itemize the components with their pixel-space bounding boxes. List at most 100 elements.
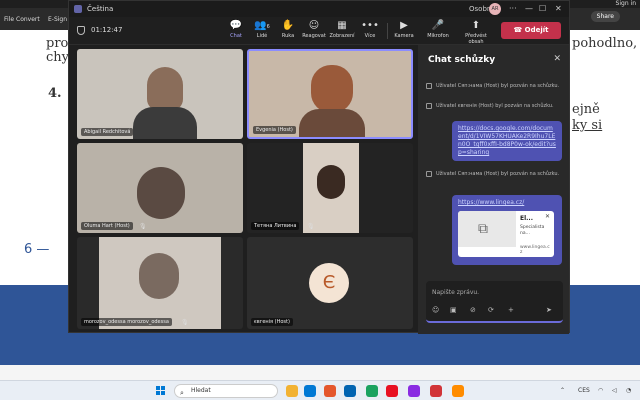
close-icon[interactable]: ✕: [545, 213, 550, 220]
link-card-domain: www.lingea.cz: [520, 245, 550, 255]
chat-message-bubble: https://docs.google.com/document/d/1VIW5…: [452, 121, 562, 161]
attach-icon[interactable]: ⊘: [470, 306, 476, 314]
mic-off-icon: 🎙: [307, 223, 315, 230]
speaker-icon[interactable]: ◁: [612, 387, 617, 394]
language-indicator[interactable]: CES: [578, 387, 590, 394]
toolbar-divider: [387, 23, 388, 39]
window-title-bar: Čeština Osobní AR ··· — ☐ ✕: [69, 1, 569, 17]
react-icon: ☺: [308, 20, 320, 31]
start-button[interactable]: [156, 386, 166, 396]
taskbar-app-icon[interactable]: [366, 385, 378, 397]
message-link[interactable]: https://docs.google.com/document/d/1VIW5…: [458, 125, 556, 156]
shield-icon: [77, 26, 85, 35]
camera-button[interactable]: ▶ Kamera: [391, 19, 417, 43]
loop-icon[interactable]: ⟳: [488, 306, 494, 314]
participant-initials-avatar: Є: [309, 263, 349, 303]
add-icon[interactable]: +: [508, 306, 514, 314]
notification-icon[interactable]: ◔: [626, 387, 631, 394]
link-card-title: El...: [520, 215, 533, 222]
microphone-label: Mikrofon: [427, 33, 449, 39]
taskbar-app-icon[interactable]: [344, 385, 356, 397]
emoji-icon[interactable]: ☺: [432, 306, 439, 314]
more-button[interactable]: ••• Více: [357, 19, 383, 43]
chat-button[interactable]: 💬 Chat: [223, 19, 249, 43]
chat-button-label: Chat: [230, 33, 242, 39]
link-preview-card[interactable]: ⧉ El... Specialista na... www.lingea.cz …: [458, 211, 554, 257]
doc-text-line: ky si: [572, 118, 603, 133]
message-link[interactable]: https://www.lingea.cz/: [458, 199, 524, 206]
microphone-button[interactable]: 🎤 Mikrofon: [425, 19, 451, 43]
more-icon: •••: [361, 20, 379, 31]
taskbar-app-icon[interactable]: [324, 385, 336, 397]
taskbar-search[interactable]: ⌕ Hledat: [174, 384, 278, 398]
more-label: Více: [364, 33, 376, 39]
participant-video: [137, 167, 185, 219]
react-button[interactable]: ☺ Reagovat: [301, 19, 327, 43]
video-tile[interactable]: Oluma Hart (Host) 🎙: [77, 143, 243, 233]
video-tile[interactable]: morozov_odessa morozov_odessa 🎙: [77, 237, 243, 329]
chat-icon: 💬: [229, 20, 243, 31]
wifi-icon[interactable]: ◠: [598, 387, 603, 394]
teams-logo-icon: [74, 5, 82, 13]
people-icon: 👥6: [254, 20, 270, 31]
mic-off-icon: 🎙: [181, 319, 189, 326]
video-tile[interactable]: Є євгенія (Host): [247, 237, 413, 329]
raise-hand-button[interactable]: ✋ Ruka: [275, 19, 301, 43]
sign-in-link[interactable]: Sign in: [616, 0, 636, 7]
video-tile[interactable]: Тетяна Литвина 🎙: [247, 143, 413, 233]
doc-text-line: ejně: [572, 102, 600, 117]
link-card-description: Specialista na...: [520, 225, 545, 236]
doc-bottom-area: [0, 365, 640, 380]
avatar[interactable]: AR: [489, 3, 501, 15]
doc-text-line: pro: [46, 36, 69, 51]
system-message: Uživatel Сяп:нама (Host) byl pozván na s…: [426, 83, 562, 90]
gif-icon[interactable]: ▣: [450, 306, 457, 314]
search-icon: ⌕: [180, 389, 184, 397]
minimize-icon[interactable]: —: [525, 4, 533, 13]
taskbar-app-icon[interactable]: [452, 385, 464, 397]
chat-title: Chat schůzky: [428, 55, 496, 65]
ribbon-file[interactable]: File: [4, 16, 14, 23]
participant-video: [311, 65, 353, 113]
link-icon: ⧉: [478, 221, 488, 237]
taskbar-app-icon[interactable]: [386, 385, 398, 397]
share-screen-icon: ⬆: [471, 20, 481, 31]
link-thumbnail: ⧉: [458, 211, 516, 247]
people-button-label: Lidé: [256, 33, 268, 39]
video-tile[interactable]: Evgenia (Host): [247, 49, 413, 139]
ribbon-convert[interactable]: Convert: [16, 16, 40, 23]
teams-meeting-window: Čeština Osobní AR ··· — ☐ ✕ 01:12:47 💬 C…: [68, 0, 570, 334]
participant-name: morozov_odessa morozov_odessa: [81, 318, 172, 326]
people-count: 6: [266, 24, 270, 30]
person-add-icon: [426, 83, 432, 89]
taskbar-app-icon[interactable]: [286, 385, 298, 397]
raise-hand-label: Ruka: [281, 33, 295, 39]
people-button[interactable]: 👥6 Lidé: [249, 19, 275, 43]
meeting-timer: 01:12:47: [91, 26, 123, 34]
tray-chevron-icon[interactable]: ⌃: [560, 387, 565, 394]
maximize-icon[interactable]: ☐: [539, 4, 546, 13]
person-add-icon: [426, 171, 432, 177]
taskbar-app-icon[interactable]: [408, 385, 420, 397]
view-button[interactable]: ▦ Zobrazení: [329, 19, 355, 43]
phone-hangup-icon: ☎: [513, 26, 525, 34]
ribbon-esign[interactable]: E-Sign: [48, 16, 67, 23]
react-label: Reagovat: [302, 33, 326, 39]
participant-name: Abigail Redchitová: [81, 128, 134, 136]
more-options-icon[interactable]: ···: [509, 4, 517, 13]
leave-button[interactable]: ☎ Odejít: [501, 22, 561, 39]
video-tile[interactable]: Abigail Redchitová: [77, 49, 243, 139]
share-button[interactable]: Share: [590, 11, 620, 22]
close-icon[interactable]: ✕: [553, 54, 561, 64]
send-icon[interactable]: ➤: [546, 306, 552, 314]
window-title: Čeština: [87, 5, 114, 13]
share-screen-label: Předvést obsah: [465, 33, 487, 45]
windows-taskbar: ⌕ Hledat ⌃ CES ◠ ◁ ◔: [0, 380, 640, 400]
close-icon[interactable]: ✕: [555, 4, 562, 13]
camera-label: Kamera: [394, 33, 414, 39]
taskbar-app-icon[interactable]: [430, 385, 442, 397]
share-screen-button[interactable]: ⬆ Předvést obsah: [461, 19, 491, 45]
message-input[interactable]: [432, 285, 552, 299]
taskbar-app-icon[interactable]: [304, 385, 316, 397]
raise-hand-icon: ✋: [281, 20, 295, 31]
